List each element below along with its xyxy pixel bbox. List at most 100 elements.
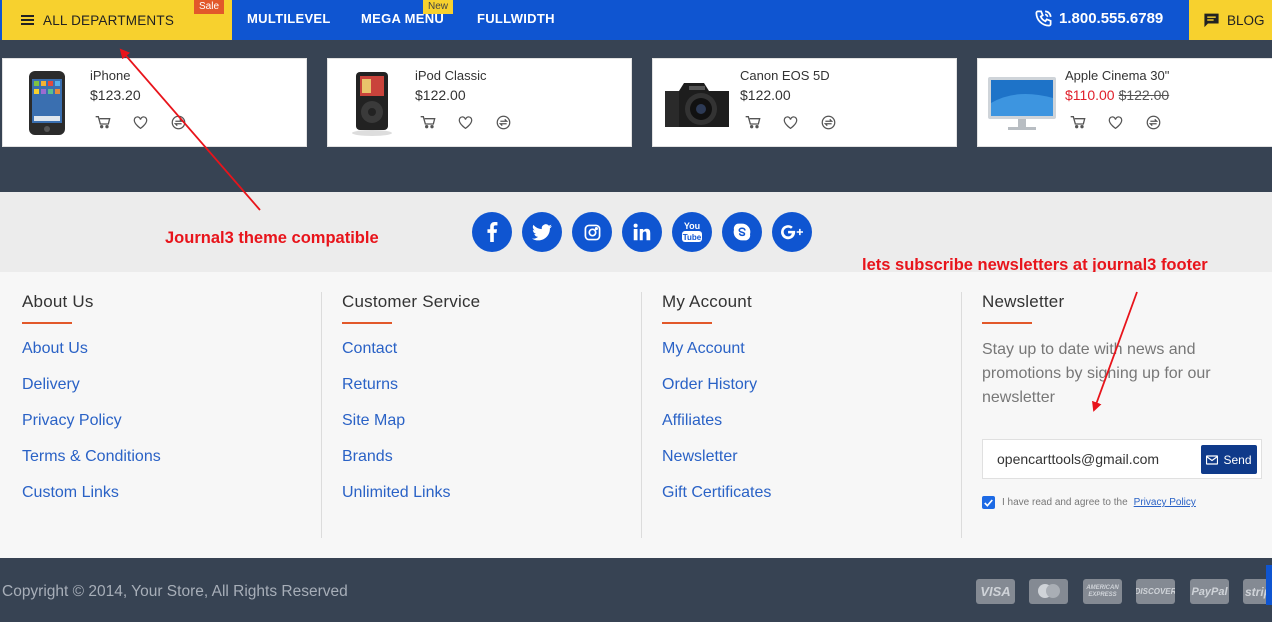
add-to-cart-button[interactable] — [745, 114, 783, 130]
phone-link[interactable]: 1.800.555.6789 — [1034, 0, 1163, 36]
newsletter-send-button[interactable]: Send — [1201, 445, 1257, 474]
footer-link-about-us[interactable]: About Us — [22, 340, 161, 376]
menu-icon — [21, 15, 34, 25]
linkedin-button[interactable] — [622, 212, 662, 252]
bottom-bar: Copyright © 2014, Your Store, All Rights… — [0, 558, 1272, 622]
footer-link-newsletter[interactable]: Newsletter — [662, 448, 771, 484]
footer-link-order-history[interactable]: Order History — [662, 376, 771, 412]
chat-icon — [1204, 13, 1219, 28]
compare-button[interactable] — [1146, 114, 1184, 130]
product-price: $123.20 — [90, 87, 141, 103]
title-underline — [342, 322, 392, 324]
twitter-icon — [532, 223, 552, 240]
compare-button[interactable] — [496, 114, 534, 130]
footer-link-returns[interactable]: Returns — [342, 376, 450, 412]
wishlist-button[interactable] — [783, 114, 821, 130]
compare-icon — [171, 115, 186, 129]
compare-button[interactable] — [821, 114, 859, 130]
copyright-text: Copyright © 2014, Your Store, All Rights… — [2, 583, 348, 600]
product-image-iphone[interactable] — [11, 67, 83, 139]
footer-link-delivery[interactable]: Delivery — [22, 376, 161, 412]
privacy-policy-link[interactable]: Privacy Policy — [1134, 497, 1196, 508]
footer-link-contact[interactable]: Contact — [342, 340, 450, 376]
product-card-ipod-classic[interactable]: iPod Classic $122.00 — [327, 58, 632, 147]
google-plus-icon — [781, 225, 803, 240]
compare-button[interactable] — [171, 114, 209, 130]
blog-button[interactable]: BLOG — [1189, 0, 1272, 40]
visa-icon: VISA — [976, 579, 1015, 604]
youtube-button[interactable]: You Tube — [672, 212, 712, 252]
footer-link-privacy-policy[interactable]: Privacy Policy — [22, 412, 161, 448]
wishlist-button[interactable] — [133, 114, 171, 130]
product-name[interactable]: Apple Cinema 30" — [1065, 68, 1169, 83]
payment-label: AMERICAN EXPRESS — [1086, 584, 1119, 598]
envelope-icon — [1206, 454, 1219, 465]
paypal-icon: PayPal — [1190, 579, 1229, 604]
footer-column-newsletter: Newsletter Stay up to date with news and… — [960, 292, 1272, 538]
cart-icon — [420, 116, 436, 129]
heart-icon — [1108, 115, 1123, 129]
footer-link-unlimited-links[interactable]: Unlimited Links — [342, 484, 450, 520]
product-card-iphone[interactable]: iPhone $123.20 — [2, 58, 307, 147]
product-image-camera[interactable] — [661, 67, 733, 139]
product-image-monitor[interactable] — [986, 67, 1058, 139]
product-card-apple-cinema[interactable]: Apple Cinema 30" $110.00 $122.00 — [977, 58, 1272, 147]
linkedin-icon — [633, 223, 651, 241]
footer-column-title: Newsletter — [982, 292, 1065, 311]
phone-icon — [1035, 10, 1052, 26]
sale-badge: Sale — [194, 0, 225, 14]
title-underline — [662, 322, 712, 324]
compare-icon — [1146, 115, 1161, 129]
skype-button[interactable] — [722, 212, 762, 252]
product-card-canon-eos-5d[interactable]: Canon EOS 5D $122.00 — [652, 58, 957, 147]
product-actions — [1070, 114, 1184, 130]
newsletter-email-input[interactable] — [995, 440, 1195, 478]
scroll-to-top-button[interactable] — [1266, 565, 1272, 605]
footer-link-site-map[interactable]: Site Map — [342, 412, 450, 448]
product-name[interactable]: iPod Classic — [415, 68, 487, 83]
add-to-cart-button[interactable] — [420, 114, 458, 130]
instagram-icon — [584, 224, 600, 240]
footer-links: Contact Returns Site Map Brands Unlimite… — [342, 340, 450, 520]
wishlist-button[interactable] — [1108, 114, 1146, 130]
newsletter-description: Stay up to date with news and promotions… — [982, 341, 1211, 406]
product-actions — [95, 114, 209, 130]
skype-icon — [733, 223, 751, 241]
footer-column-customer-service: Customer Service Contact Returns Site Ma… — [320, 292, 642, 538]
facebook-button[interactable] — [472, 212, 512, 252]
footer-link-affiliates[interactable]: Affiliates — [662, 412, 771, 448]
product-name[interactable]: Canon EOS 5D — [740, 68, 830, 83]
product-image-ipod[interactable] — [336, 67, 408, 139]
heart-icon — [458, 115, 473, 129]
footer-link-gift-certificates[interactable]: Gift Certificates — [662, 484, 771, 520]
product-name[interactable]: iPhone — [90, 68, 130, 83]
all-departments-label: ALL DEPARTMENTS — [43, 12, 175, 28]
google-plus-button[interactable] — [772, 212, 812, 252]
heart-icon — [783, 115, 798, 129]
footer-column-about-us: About Us About Us Delivery Privacy Polic… — [0, 292, 322, 538]
footer-link-terms[interactable]: Terms & Conditions — [22, 448, 161, 484]
instagram-button[interactable] — [572, 212, 612, 252]
compare-icon — [496, 115, 511, 129]
compare-icon — [821, 115, 836, 129]
product-price: $122.00 — [415, 87, 466, 103]
checkmark-icon — [984, 498, 993, 507]
cart-icon — [745, 116, 761, 129]
send-label: Send — [1223, 452, 1252, 467]
add-to-cart-button[interactable] — [1070, 114, 1108, 130]
agree-checkbox[interactable] — [982, 496, 995, 509]
footer-link-brands[interactable]: Brands — [342, 448, 450, 484]
footer-link-custom-links[interactable]: Custom Links — [22, 484, 161, 520]
wishlist-button[interactable] — [458, 114, 496, 130]
footer-link-my-account[interactable]: My Account — [662, 340, 771, 376]
nav-item-fullwidth[interactable]: FULLWIDTH — [477, 0, 555, 36]
price-value: $122.00 — [415, 87, 466, 103]
old-price: $122.00 — [1118, 87, 1170, 103]
price-value: $123.20 — [90, 87, 141, 103]
nav-item-multilevel[interactable]: MULTILEVEL — [247, 0, 331, 36]
footer-column-title: Customer Service — [342, 292, 481, 311]
discover-icon: DISCOVER — [1136, 579, 1175, 604]
add-to-cart-button[interactable] — [95, 114, 133, 130]
agree-text: I have read and agree to the — [1002, 497, 1128, 508]
twitter-button[interactable] — [522, 212, 562, 252]
